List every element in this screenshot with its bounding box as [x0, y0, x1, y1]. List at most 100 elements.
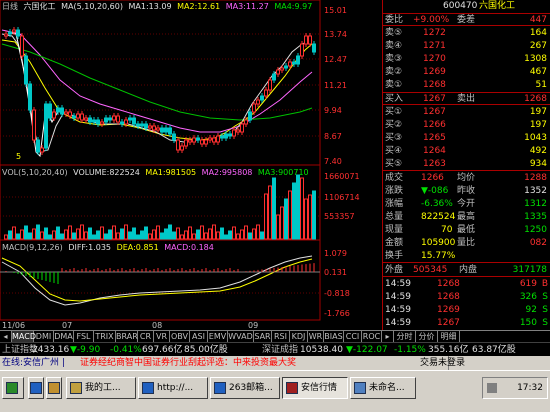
volume-bar — [28, 232, 32, 240]
tab-rsi[interactable]: RSI — [272, 331, 290, 342]
candle-body — [184, 139, 188, 147]
quicklaunch-desktop[interactable] — [46, 377, 62, 399]
sell-level-4[interactable]: 卖④ 1271 267 — [383, 40, 550, 53]
quote-tab-fenshi[interactable]: 分时 — [394, 331, 416, 342]
buy-level-1[interactable]: 买① 1267 197 — [383, 106, 550, 119]
tick-row: 14:59 1268 326 S — [385, 292, 548, 302]
buy-level-4[interactable]: 买④ 1264 492 — [383, 145, 550, 158]
news-text[interactable]: 证券经纪商智中国证券行业刮起评选：中来投资最大奖 — [80, 356, 296, 370]
tab-dmi[interactable]: DMI — [34, 331, 54, 342]
ie-icon — [214, 382, 226, 394]
price-axis-4: 9.94 — [324, 106, 342, 115]
candle-body — [92, 119, 96, 123]
volume-bar — [100, 226, 104, 240]
volume-bar — [156, 225, 160, 240]
buy-level-2[interactable]: 买② 1266 197 — [383, 119, 550, 132]
buy-in-price: 1267 — [423, 94, 446, 104]
tab-bias[interactable]: BIAS — [324, 331, 344, 342]
sell-level-2[interactable]: 卖② 1269 467 — [383, 66, 550, 79]
candle-body — [308, 35, 312, 45]
vol-ma2: MA2:995808 — [202, 168, 253, 177]
vol-label: VOL(5,10,20,40) — [2, 168, 68, 177]
volume-bar — [272, 177, 276, 240]
ma4-value: MA4:9.97 — [274, 2, 312, 11]
candle-body — [124, 119, 128, 125]
index-vol-sh: 85.00亿股 — [184, 345, 228, 355]
volume-bar — [308, 194, 312, 240]
tab-fsl[interactable]: FSL — [74, 331, 94, 342]
quote-tab-mingxi[interactable]: 明细 — [438, 331, 460, 342]
volume-bar — [76, 228, 80, 240]
quote-panel: 600470 六国化工 委比 +9.00% 委差 447 卖⑤ 1272 164… — [382, 0, 550, 330]
sell-level-3[interactable]: 卖③ 1270 1308 — [383, 53, 550, 66]
tab-vr[interactable]: VR — [154, 331, 170, 342]
volume-bar — [36, 224, 40, 240]
tab-brar[interactable]: BRAR — [116, 331, 138, 342]
speaker-icon[interactable] — [487, 383, 497, 393]
index-value-sh: 2433.16 — [32, 345, 70, 355]
kline-chart-area[interactable]: 日线 六国化工 MA(5,10,20,60) MA1:13.09 MA2:12.… — [0, 0, 382, 330]
tab-emv[interactable]: EMV — [208, 331, 228, 342]
sell-level-5[interactable]: 卖⑤ 1272 164 — [383, 27, 550, 40]
vol-header: VOL(5,10,20,40) VOLUME:822524 MA1:981505… — [2, 168, 309, 177]
candle-body — [72, 115, 76, 119]
kline-chart-svg[interactable]: 日线 六国化工 MA(5,10,20,60) MA1:13.09 MA2:12.… — [0, 0, 382, 330]
tab-roc[interactable]: ROC — [362, 331, 382, 342]
tab-dma[interactable]: DMA — [54, 331, 74, 342]
task-my-computer[interactable]: 我的工... — [66, 377, 136, 399]
candle-body — [268, 79, 272, 91]
quote-tab-strip: ▸ 分时 分价 明细 — [382, 330, 550, 342]
tab-scroll-left-icon[interactable]: ◂ — [0, 331, 12, 342]
candle-body — [204, 139, 208, 145]
stock-code: 600470 — [443, 1, 478, 11]
buy-level-5[interactable]: 买⑤ 1263 934 — [383, 158, 550, 171]
candle-body — [292, 61, 296, 65]
macd-dea-line — [1, 257, 313, 302]
tab-wvad[interactable]: WVAD — [228, 331, 254, 342]
weibi-row: 委比 +9.00% 委差 447 — [383, 13, 550, 26]
volume-bar — [312, 190, 316, 240]
stat-row-pct: 涨幅 -6.36% 今开 1312 — [385, 199, 547, 209]
tab-kdj[interactable]: KDJ — [290, 331, 308, 342]
date-label-0: 11/06 — [2, 321, 25, 330]
tab-trix[interactable]: TRIX — [94, 331, 116, 342]
candle-body — [208, 137, 212, 141]
tab-obv[interactable]: OBV — [170, 331, 190, 342]
tab-sar[interactable]: SAR — [254, 331, 272, 342]
trade-row: 买入 1267 卖出 1268 — [383, 92, 550, 105]
sell-level-1[interactable]: 卖① 1268 51 — [383, 79, 550, 92]
quote-tab-fenjia[interactable]: 分价 — [416, 331, 438, 342]
task-mail[interactable]: 263邮箱... — [210, 377, 280, 399]
macd-dea: DEA:0.851 — [117, 243, 159, 252]
candle-body — [60, 107, 64, 115]
ie-icon — [30, 382, 42, 394]
candle-body — [76, 113, 80, 119]
quote-tab-scroll-icon[interactable]: ▸ — [382, 331, 394, 342]
quicklaunch-ie[interactable] — [28, 377, 44, 399]
tab-cr[interactable]: CR — [138, 331, 154, 342]
tab-wr[interactable]: WR — [308, 331, 324, 342]
macd-axis-2: -0.818 — [324, 289, 350, 298]
macd-histogram — [5, 263, 315, 284]
windows-taskbar: 我的工... http://... 263邮箱... 安信行情 未命名... 交… — [0, 358, 550, 412]
candle-body — [220, 135, 224, 139]
buy-level-3[interactable]: 买③ 1265 1043 — [383, 132, 550, 145]
volume-bar — [292, 182, 296, 240]
tab-cci[interactable]: CCI — [344, 331, 362, 342]
tab-asi[interactable]: ASI — [190, 331, 208, 342]
candle-body — [188, 139, 192, 143]
candle-body — [256, 99, 260, 105]
start-button[interactable] — [2, 377, 24, 399]
stat-row-turnover: 换手 15.77% — [383, 250, 550, 263]
candle-body — [84, 117, 88, 121]
task-quote-app[interactable]: 安信行情 — [282, 377, 348, 399]
volume-bar — [64, 229, 68, 240]
tab-macd[interactable]: MACD — [12, 331, 36, 342]
low-marker: 5 — [16, 152, 21, 161]
volume-bar — [204, 232, 208, 240]
task-untitled[interactable]: 未命名... — [350, 377, 416, 399]
volume-bar — [256, 224, 260, 240]
task-browser[interactable]: http://... — [138, 377, 208, 399]
candle-body — [24, 55, 28, 85]
volume-bar — [188, 226, 192, 240]
